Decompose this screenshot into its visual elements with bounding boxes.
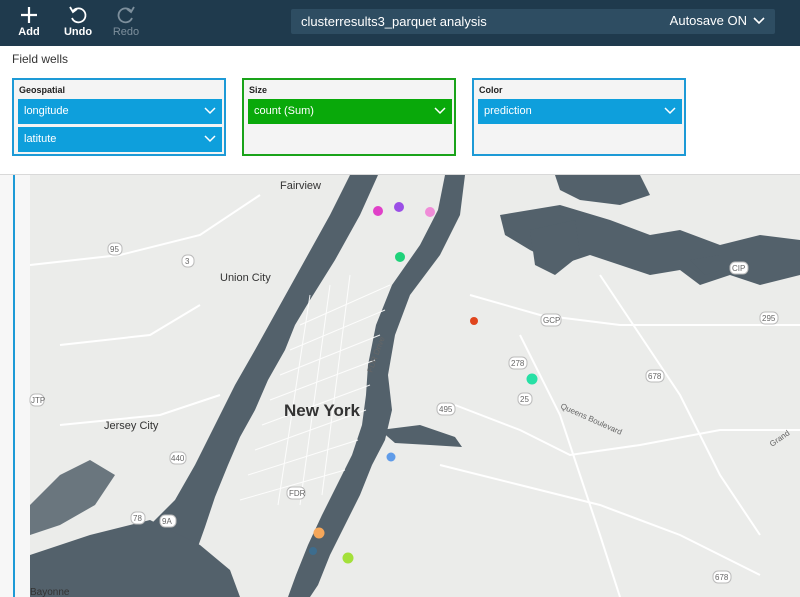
svg-text:678: 678	[715, 573, 729, 582]
redo-label: Redo	[112, 26, 140, 38]
size-well[interactable]: Size count (Sum)	[242, 78, 456, 156]
point-lime[interactable]	[342, 552, 354, 564]
size-field-label: count (Sum)	[254, 105, 314, 117]
autosave-toggle[interactable]: Autosave ON	[670, 13, 765, 28]
shield-25: 25	[517, 392, 533, 406]
svg-text:25: 25	[520, 395, 529, 404]
undo-label: Undo	[63, 26, 93, 38]
shield-cip: CIP	[729, 261, 749, 275]
chevron-down-icon	[753, 16, 765, 24]
svg-text:3: 3	[185, 257, 190, 266]
map-margin	[0, 175, 30, 597]
point-darkblue[interactable]	[309, 547, 317, 555]
chevron-down-icon[interactable]	[434, 104, 446, 116]
shield-278: 278	[508, 356, 528, 370]
chevron-down-icon[interactable]	[664, 104, 676, 116]
color-well[interactable]: Color prediction	[472, 78, 686, 156]
point-orange[interactable]	[313, 527, 325, 539]
shield-78: 78	[130, 511, 146, 525]
redo-icon	[106, 4, 146, 26]
add-button[interactable]: Add	[9, 4, 49, 38]
point-magenta[interactable]	[373, 206, 383, 216]
undo-icon	[58, 4, 98, 26]
shield-678: 678	[645, 369, 665, 383]
point-red[interactable]	[470, 317, 478, 325]
point-teal[interactable]	[526, 373, 538, 385]
top-toolbar: Add Undo Redo clusterresults3_parquet an…	[0, 0, 800, 46]
latitude-field-pill[interactable]: latitute	[18, 127, 222, 152]
svg-text:495: 495	[439, 405, 453, 414]
label-jersey-city: Jersey City	[104, 420, 159, 432]
shield-gcp: GCP	[540, 313, 562, 327]
color-well-title: Color	[479, 85, 503, 95]
size-field-pill[interactable]: count (Sum)	[248, 99, 452, 124]
color-field-label: prediction	[484, 105, 532, 117]
map-canvas[interactable]: Fairview Union City New York Jersey City…	[0, 175, 800, 597]
point-green[interactable]	[395, 252, 405, 262]
label-fairview: Fairview	[280, 180, 321, 192]
latitude-field-label: latitute	[24, 133, 57, 145]
color-field-pill[interactable]: prediction	[478, 99, 682, 124]
shield-295: 295	[759, 311, 779, 325]
longitude-field-pill[interactable]: longitude	[18, 99, 222, 124]
svg-text:GCP: GCP	[543, 316, 560, 325]
shield-9a: 9A	[159, 514, 177, 528]
shield-678b: 678	[712, 570, 732, 584]
svg-text:78: 78	[133, 514, 142, 523]
shield-495: 495	[436, 402, 456, 416]
analysis-name-bar[interactable]: clusterresults3_parquet analysis Autosav…	[291, 9, 775, 34]
map-visual[interactable]: Fairview Union City New York Jersey City…	[0, 175, 800, 597]
point-blue[interactable]	[386, 452, 396, 462]
plus-icon	[9, 4, 49, 26]
size-well-title: Size	[249, 85, 268, 95]
redo-button[interactable]: Redo	[106, 4, 146, 38]
point-purple[interactable]	[394, 202, 404, 212]
chevron-down-icon[interactable]	[204, 104, 216, 116]
undo-button[interactable]: Undo	[58, 4, 98, 38]
geospatial-well[interactable]: Geospatial longitude latitute	[12, 78, 226, 156]
field-wells-title: Field wells	[12, 52, 69, 66]
shield-jtp: JTP	[29, 393, 45, 407]
svg-text:278: 278	[511, 359, 525, 368]
longitude-field-label: longitude	[24, 105, 69, 117]
svg-text:440: 440	[171, 454, 185, 463]
label-union-city: Union City	[220, 272, 271, 284]
label-new-york: New York	[284, 401, 360, 420]
analysis-title[interactable]: clusterresults3_parquet analysis	[301, 14, 487, 29]
svg-text:295: 295	[762, 314, 776, 323]
label-bayonne: Bayonne	[30, 587, 70, 597]
point-pink[interactable]	[425, 207, 435, 217]
add-label: Add	[18, 26, 40, 38]
svg-text:678: 678	[648, 372, 662, 381]
shield-440: 440	[169, 451, 187, 465]
shield-fdr: FDR	[286, 486, 306, 500]
svg-text:9A: 9A	[162, 517, 172, 526]
chevron-down-icon[interactable]	[204, 132, 216, 144]
shield-95: 95	[107, 242, 123, 256]
geospatial-well-title: Geospatial	[19, 85, 66, 95]
svg-text:JTP: JTP	[31, 396, 45, 405]
shield-3: 3	[181, 254, 195, 268]
svg-text:FDR: FDR	[289, 489, 306, 498]
svg-text:CIP: CIP	[732, 264, 745, 273]
autosave-label: Autosave ON	[669, 13, 747, 28]
visual-selection-border	[13, 175, 15, 597]
svg-text:95: 95	[110, 245, 119, 254]
